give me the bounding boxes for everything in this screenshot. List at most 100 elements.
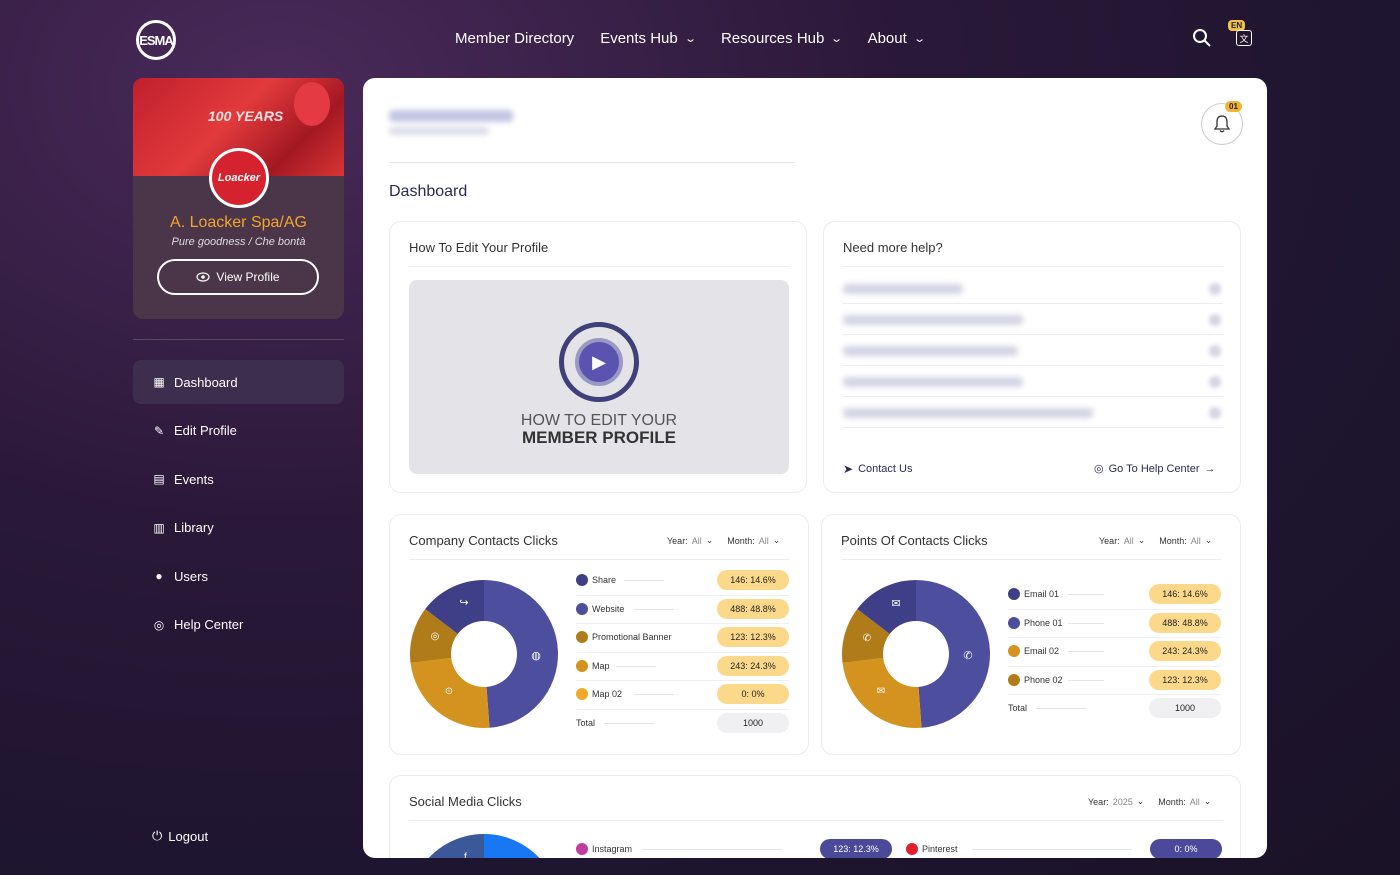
year-value: All bbox=[691, 535, 702, 546]
card-divider bbox=[843, 266, 1223, 267]
faq-item[interactable] bbox=[843, 305, 1223, 335]
phone-icon: ✆ bbox=[963, 650, 972, 662]
users-icon: ● bbox=[155, 569, 163, 584]
sidebar-item-label: Help Center bbox=[174, 617, 244, 633]
legend-label: Instagram bbox=[592, 844, 633, 854]
points-contacts-donut-chart: ✆ ✉ ✆ ✉ bbox=[842, 580, 991, 728]
legend-label: Pinterest bbox=[922, 844, 958, 854]
social-media-filters: Year: 2025 ⌄ Month: All ⌄ bbox=[1088, 796, 1211, 807]
legend-value: 243: 24.3% bbox=[1149, 641, 1221, 661]
month-filter[interactable]: Month: All ⌄ bbox=[1159, 535, 1212, 546]
nav-label: Member Directory bbox=[455, 30, 575, 47]
avatar: Loacker bbox=[209, 148, 269, 208]
faq-item[interactable] bbox=[843, 367, 1223, 397]
points-contacts-legend: Email 01 146: 14.6% Phone 01 488: 48.8% Em… bbox=[1008, 581, 1221, 724]
legend-label: Website bbox=[592, 603, 625, 614]
legend-value: 123: 12.3% bbox=[820, 839, 892, 858]
social-media-card: Social Media Clicks Year: 2025 ⌄ Month: All… bbox=[389, 775, 1241, 858]
nav-label: Events Hub bbox=[600, 30, 678, 47]
chevron-down-icon: ⌄ bbox=[772, 535, 781, 545]
legend-label: Email 02 bbox=[1024, 646, 1060, 656]
year-filter[interactable]: Year: All ⌄ bbox=[667, 535, 713, 546]
video-card: How To Edit Your Profile ▶ HOW TO EDIT Y… bbox=[389, 221, 807, 493]
chevron-down-icon: ⌄ bbox=[705, 535, 714, 545]
legend-label: Share bbox=[592, 575, 617, 585]
points-of-contacts-card: Points Of Contacts Clicks Year: All ⌄ Mont… bbox=[821, 514, 1241, 755]
legend-label: Promotional Banner bbox=[592, 632, 672, 642]
banner-text: 100 YEARS bbox=[208, 108, 284, 124]
year-label: Year: bbox=[667, 535, 688, 546]
faq-item[interactable] bbox=[843, 398, 1223, 428]
user-name-blurred bbox=[389, 110, 513, 122]
year-label: Year: bbox=[1099, 535, 1120, 546]
eye-icon bbox=[196, 272, 211, 282]
search-icon[interactable] bbox=[1192, 28, 1212, 48]
help-card-title: Need more help? bbox=[843, 240, 943, 255]
nav-label: Resources Hub bbox=[720, 30, 825, 47]
nav-member-directory[interactable]: Member Directory bbox=[455, 30, 574, 47]
sidebar-item-edit-profile[interactable]: ✎ Edit Profile bbox=[133, 409, 344, 453]
help-card: Need more help? ➤ Contact Us ◎ Go To Hel… bbox=[823, 221, 1241, 493]
month-value: All bbox=[1190, 535, 1201, 546]
sidebar-item-label: Library bbox=[174, 520, 214, 536]
phone-icon: ✆ bbox=[863, 633, 871, 644]
year-filter[interactable]: Year: 2025 ⌄ bbox=[1088, 796, 1144, 807]
legend-row: Email 01 146: 14.6% bbox=[1008, 581, 1221, 610]
view-profile-button[interactable]: View Profile bbox=[157, 259, 319, 295]
contact-us-link[interactable]: ➤ Contact Us bbox=[843, 462, 912, 476]
user-edit-icon: ✎ bbox=[153, 423, 165, 438]
year-filter[interactable]: Year: All ⌄ bbox=[1099, 535, 1145, 546]
card-divider bbox=[841, 559, 1221, 560]
headset-icon: ◎ bbox=[1094, 463, 1104, 475]
legend-value: 146: 14.6% bbox=[717, 570, 789, 590]
sidebar-item-dashboard[interactable]: ▦ Dashboard bbox=[133, 360, 344, 404]
legend-value: 0: 0% bbox=[1150, 839, 1222, 858]
sidebar-item-help-center[interactable]: ◎ Help Center bbox=[133, 603, 344, 647]
help-center-label: Go To Help Center bbox=[1108, 462, 1200, 475]
legend-label: Email 01 bbox=[1024, 589, 1060, 599]
legend-value: 488: 48.8% bbox=[1149, 612, 1221, 633]
company-contacts-title: Company Contacts Clicks bbox=[409, 533, 558, 548]
month-filter[interactable]: Month: All ⌄ bbox=[727, 535, 780, 546]
nav-resources-hub[interactable]: Resources Hub ⌄ bbox=[720, 30, 843, 47]
chevron-down-icon: ⌄ bbox=[1137, 535, 1146, 545]
legend-row: Map 02 0: 0% bbox=[576, 681, 789, 710]
sidebar-item-events[interactable]: ▤ Events bbox=[133, 457, 344, 501]
faq-item[interactable] bbox=[843, 274, 1223, 304]
legend-value: 243: 24.3% bbox=[717, 655, 789, 676]
top-navigation: ESMA Member Directory Events Hub ⌄ Resour… bbox=[0, 0, 1400, 78]
esma-logo[interactable]: ESMA bbox=[136, 20, 176, 60]
month-filter[interactable]: Month: All ⌄ bbox=[1158, 796, 1211, 807]
go-to-help-center-link[interactable]: ◎ Go To Help Center → bbox=[1094, 462, 1216, 476]
chevron-down-icon: ⌄ bbox=[1204, 535, 1213, 545]
sidebar-divider bbox=[133, 339, 344, 340]
company-tagline: Pure goodness / Che bontà bbox=[171, 236, 306, 248]
company-contacts-legend: Share 146: 14.6% Website 488: 48.8% Promot… bbox=[576, 567, 789, 738]
year-label: Year: bbox=[1088, 796, 1109, 807]
nav-about[interactable]: About ⌄ bbox=[868, 30, 926, 47]
year-value: 2025 bbox=[1112, 796, 1133, 807]
library-icon: ▥ bbox=[153, 520, 165, 535]
faq-item[interactable] bbox=[843, 336, 1223, 366]
bell-icon bbox=[1214, 115, 1230, 133]
calendar-icon: ▤ bbox=[153, 472, 165, 487]
legend-row: Phone 01 488: 48.8% bbox=[1008, 610, 1221, 638]
user-subtitle-blurred bbox=[389, 127, 489, 135]
nav-events-hub[interactable]: Events Hub ⌄ bbox=[600, 30, 697, 47]
sidebar-item-library[interactable]: ▥ Library bbox=[133, 506, 344, 550]
sidebar-menu: ▦ Dashboard ✎ Edit Profile ▤ Events ▥ Librar… bbox=[133, 360, 344, 652]
play-icon[interactable]: ▶ bbox=[575, 338, 623, 386]
legend-label: Map bbox=[592, 660, 610, 671]
sidebar-item-label: Users bbox=[174, 568, 208, 584]
logout-label: Logout bbox=[168, 828, 209, 844]
legend-value: 0: 0% bbox=[717, 684, 789, 704]
banner-icon: ◎ bbox=[431, 631, 440, 642]
language-switcher[interactable]: EN 文 bbox=[1228, 20, 1256, 48]
video-player[interactable]: ▶ HOW TO EDIT YOUR MEMBER PROFILE bbox=[409, 280, 789, 474]
card-divider bbox=[409, 820, 1223, 821]
card-divider bbox=[409, 559, 789, 560]
sidebar-item-users[interactable]: ● Users bbox=[133, 554, 344, 598]
legend-total-row: Total 1000 bbox=[576, 710, 789, 739]
total-label: Total bbox=[576, 717, 596, 728]
logout-button[interactable]: ⏻ Logout bbox=[152, 828, 208, 844]
